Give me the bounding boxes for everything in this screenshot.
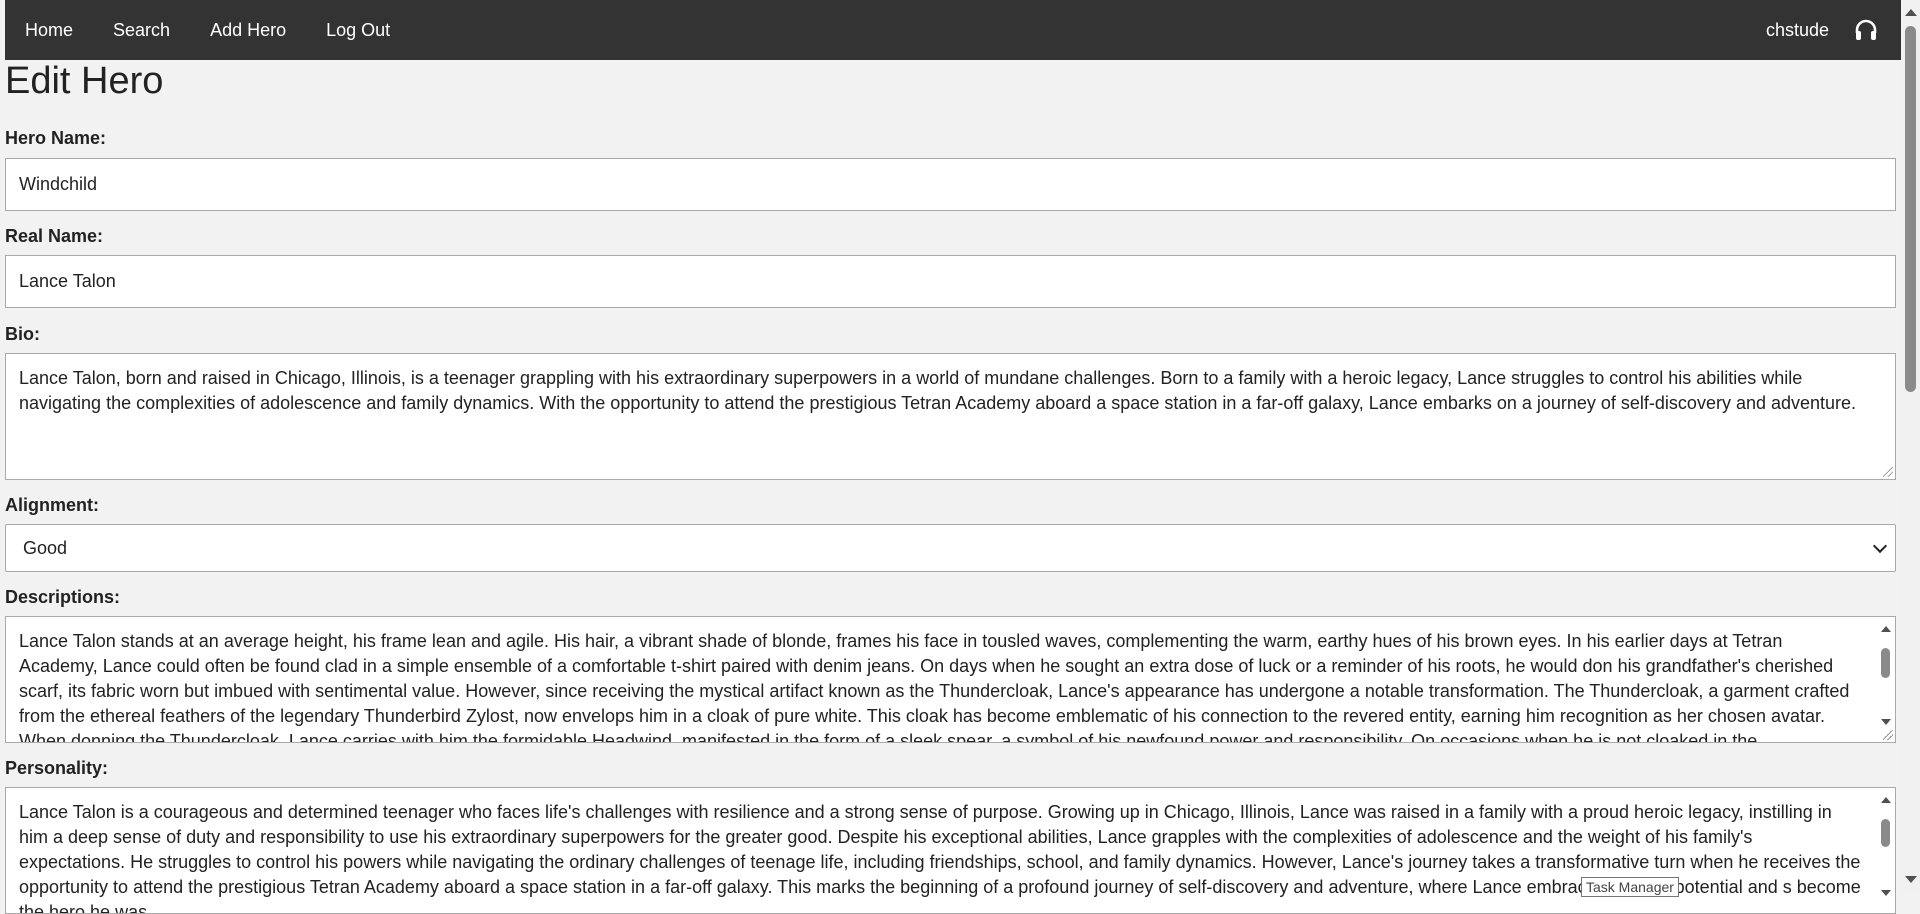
page-scroll-thumb[interactable] [1905, 26, 1916, 392]
task-manager-tooltip: Task Manager [1581, 877, 1679, 897]
headset-icon[interactable] [1853, 17, 1879, 43]
alignment-selected-value: Good [23, 537, 68, 558]
descriptions-textarea[interactable]: Lance Talon stands at an average height,… [5, 616, 1896, 743]
scroll-up-arrow-icon[interactable] [1905, 9, 1917, 16]
bio-textarea[interactable]: Lance Talon, born and raised in Chicago,… [5, 353, 1896, 480]
descriptions-scrollbar[interactable] [1877, 618, 1894, 741]
bio-label: Bio: [5, 324, 40, 344]
scroll-up-arrow-icon[interactable] [1881, 797, 1891, 803]
bio-text: Lance Talon, born and raised in Chicago,… [19, 368, 1857, 413]
nav-home-link[interactable]: Home [5, 0, 93, 60]
scroll-down-arrow-icon[interactable] [1905, 876, 1917, 883]
descriptions-label: Descriptions: [5, 587, 121, 607]
page-title: Edit Hero [5, 60, 164, 102]
scroll-thumb[interactable] [1881, 648, 1890, 678]
alignment-select[interactable]: Good [5, 524, 1896, 572]
nav-add-hero-link[interactable]: Add Hero [190, 0, 306, 60]
hero-name-label: Hero Name: [5, 128, 107, 148]
nav-user-area: chstude [1766, 0, 1879, 60]
scroll-up-arrow-icon[interactable] [1881, 626, 1891, 632]
resize-handle[interactable] [1883, 467, 1893, 477]
personality-scrollbar[interactable] [1877, 789, 1894, 912]
alignment-label: Alignment: [5, 495, 99, 515]
real-name-label: Real Name: [5, 226, 104, 246]
resize-handle[interactable] [1883, 730, 1893, 740]
scroll-thumb[interactable] [1881, 819, 1890, 847]
username-label[interactable]: chstude [1766, 20, 1829, 41]
chevron-down-icon [1872, 538, 1888, 554]
scroll-down-arrow-icon[interactable] [1881, 890, 1891, 896]
real-name-input[interactable] [5, 255, 1896, 308]
page-scrollbar[interactable] [1901, 0, 1920, 893]
scroll-down-arrow-icon[interactable] [1881, 719, 1891, 725]
hero-name-input[interactable] [5, 158, 1896, 211]
personality-label: Personality: [5, 758, 109, 778]
nav-search-link[interactable]: Search [93, 0, 190, 60]
descriptions-text: Lance Talon stands at an average height,… [19, 631, 1850, 743]
nav-logout-link[interactable]: Log Out [306, 0, 410, 60]
personality-text: Lance Talon is a courageous and determin… [19, 802, 1861, 914]
top-navbar: Home Search Add Hero Log Out chstude [5, 0, 1901, 60]
